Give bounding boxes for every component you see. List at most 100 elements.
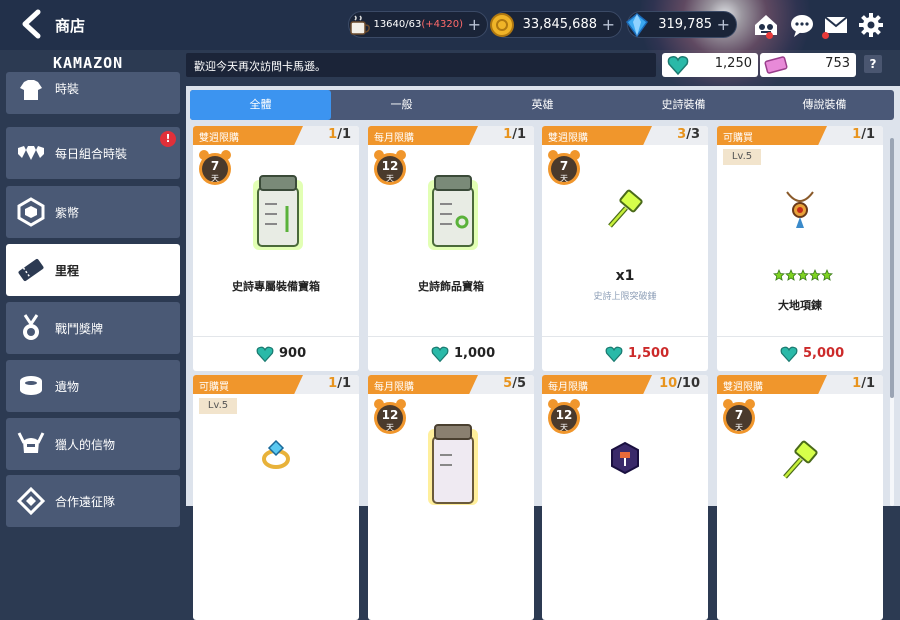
gem-counter[interactable]: 319,785 + xyxy=(625,11,737,38)
scrollbar-thumb[interactable] xyxy=(890,138,894,398)
heart-currency[interactable]: 1,250 xyxy=(662,53,758,77)
legendary-chest-art xyxy=(428,424,478,505)
epic-chest-art xyxy=(253,175,303,250)
timer-value: 12 xyxy=(381,159,399,173)
coffee-cup-icon xyxy=(350,15,370,35)
shop-card[interactable]: 每月限購 5/5 12 天 xyxy=(368,375,534,620)
pink-ticket-icon xyxy=(764,56,788,74)
shop-card[interactable]: 可購買 1/1 Lv.5 大地項鍊 5,000 xyxy=(717,126,883,371)
medal-icon xyxy=(23,314,39,340)
shop-card[interactable]: 每月限購 10/10 12 天 xyxy=(542,375,708,620)
price-value: 900 xyxy=(279,346,307,361)
notice-ticker: 歡迎今天再次訪問卡馬遜。 xyxy=(186,53,656,77)
tab-all[interactable]: 全體 xyxy=(190,90,331,120)
timer-clock: 7天 xyxy=(546,148,582,188)
price-value: 5,000 xyxy=(803,346,845,361)
horned-helmet-icon xyxy=(17,432,45,453)
price-button[interactable]: 5,000 xyxy=(717,336,883,371)
alert-badge: ! xyxy=(160,131,176,147)
shop-card[interactable]: 雙週限購 1/1 7天 xyxy=(717,375,883,620)
gem-value: 319,785 xyxy=(658,17,712,32)
add-gold-icon[interactable]: + xyxy=(602,15,615,34)
tab-normal[interactable]: 一般 xyxy=(331,90,472,120)
sidebar: 時裝 每日組合時裝 ! 紫幣 里程 戰鬥獎牌 遺物 獵人的信物 合作遠征隊 xyxy=(0,72,186,527)
stamina-value: 13640/63 xyxy=(373,19,422,30)
sidebar-item-hunter-token[interactable]: 獵人的信物 xyxy=(6,418,180,470)
limit-tag: 每月限購 xyxy=(368,375,478,394)
shop-card[interactable]: 雙週限購 1/1 7天 史詩專屬裝備寶箱 900 xyxy=(193,126,359,371)
ring-art xyxy=(262,439,290,469)
gold-coin-icon xyxy=(490,13,514,37)
mail-notification-dot xyxy=(822,32,829,39)
sidebar-item-mileage[interactable]: 里程 xyxy=(6,244,180,296)
settings-gear-icon[interactable] xyxy=(857,11,885,39)
scrollbar[interactable] xyxy=(890,138,894,506)
shop-card[interactable]: 雙週限購 3/3 7天 x1 史詩上限突破錘 1,500 xyxy=(542,126,708,371)
shop-card[interactable]: 可購買 1/1 Lv.5 xyxy=(193,375,359,620)
limit-tag: 雙週限購 xyxy=(717,375,827,394)
sidebar-item-label: 時裝 xyxy=(55,82,80,96)
sidebar-item-daily-combo-costume[interactable]: 每日組合時裝 ! xyxy=(6,127,180,179)
purchase-count: 1/1 xyxy=(328,376,351,391)
add-gem-icon[interactable]: + xyxy=(717,15,730,34)
chat-icon[interactable] xyxy=(788,11,816,39)
shop-panel: 全體 一般 英雄 史詩裝備 傳說裝備 雙週限購 1/1 7天 史詩專屬裝備寶箱 … xyxy=(186,86,900,620)
ticket-currency[interactable]: 753 xyxy=(760,53,856,77)
timer-value: 12 xyxy=(381,408,399,422)
item-name: 史詩飾品寶箱 xyxy=(418,280,484,293)
timer-clock: 12 天 xyxy=(372,148,408,188)
sidebar-item-coop-expedition[interactable]: 合作遠征隊 xyxy=(6,475,180,527)
timer-value: 7 xyxy=(734,408,744,422)
price-button[interactable]: 1,500 xyxy=(542,336,708,371)
blue-gem-icon xyxy=(625,13,649,38)
help-button[interactable]: ? xyxy=(864,55,882,73)
sidebar-item-battle-medal[interactable]: 戰鬥獎牌 xyxy=(6,302,180,354)
tab-legendary-equipment[interactable]: 傳說裝備 xyxy=(754,90,895,120)
limit-tag: 可購買 xyxy=(717,126,827,145)
timer-value: 7 xyxy=(210,159,220,173)
sidebar-item-label: 遺物 xyxy=(55,380,80,394)
sidebar-item-purple-coin[interactable]: 紫幣 xyxy=(6,186,180,238)
timer-clock: 12 天 xyxy=(372,397,408,437)
tab-epic-equipment[interactable]: 史詩裝備 xyxy=(613,90,754,120)
limit-tag: 每月限購 xyxy=(368,126,478,145)
sidebar-item-costume[interactable]: 時裝 xyxy=(6,72,180,114)
limit-tag: 可購買 xyxy=(193,375,303,394)
timer-unit: 天 xyxy=(735,423,743,432)
price-button[interactable]: 1,000 xyxy=(368,336,534,371)
stamina-counter[interactable]: 13640/63(+4320) + xyxy=(348,11,488,38)
back-arrow-icon[interactable] xyxy=(18,9,44,39)
add-stamina-icon[interactable]: + xyxy=(468,15,481,34)
purchase-count: 1/1 xyxy=(503,127,526,142)
level-requirement: Lv.5 xyxy=(199,398,237,414)
timer-value: 12 xyxy=(555,408,573,422)
sidebar-item-label: 紫幣 xyxy=(55,206,80,220)
page-title: 商店 xyxy=(55,17,86,35)
timer-unit: 天 xyxy=(560,174,568,183)
price-button[interactable]: 900 xyxy=(193,336,359,371)
shop-card[interactable]: 每月限購 1/1 12 天 史詩飾品寶箱 1,000 xyxy=(368,126,534,371)
purchase-count: 1/1 xyxy=(852,127,875,142)
rating-stars xyxy=(773,269,833,281)
purchase-count: 1/1 xyxy=(852,376,875,391)
item-name: 史詩專屬裝備寶箱 xyxy=(232,280,320,293)
purchase-count: 1/1 xyxy=(328,127,351,142)
hexagon-coin-icon xyxy=(17,197,45,227)
costume-set-icon xyxy=(18,146,44,160)
timer-unit: 天 xyxy=(211,174,219,183)
price-value: 1,000 xyxy=(454,346,496,361)
limit-tag: 雙週限購 xyxy=(542,126,652,145)
level-requirement: Lv.5 xyxy=(723,149,761,165)
sidebar-item-label: 獵人的信物 xyxy=(55,438,116,452)
tab-hero[interactable]: 英雄 xyxy=(472,90,613,120)
sidebar-item-relic[interactable]: 遺物 xyxy=(6,360,180,412)
timer-clock: 12 天 xyxy=(546,397,582,437)
teal-heart-icon xyxy=(605,346,623,363)
teal-heart-icon xyxy=(431,346,449,363)
item-name: 大地項鍊 xyxy=(778,299,822,312)
price-value: 1,500 xyxy=(628,346,670,361)
limit-tag: 雙週限購 xyxy=(193,126,303,145)
sidebar-item-label: 里程 xyxy=(55,264,80,278)
gold-counter[interactable]: 33,845,688 + xyxy=(490,11,622,38)
limit-tag: 每月限購 xyxy=(542,375,652,394)
